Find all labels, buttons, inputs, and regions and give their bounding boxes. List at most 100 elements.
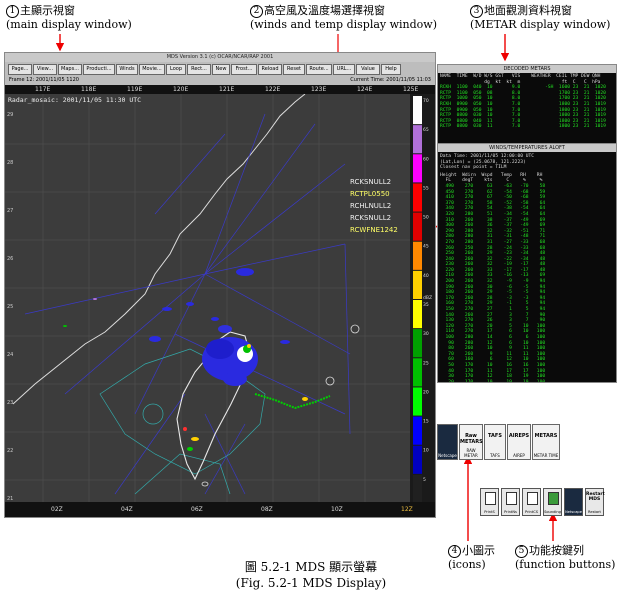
winds-row[interactable]: 20 170 10 19 19 100 — [440, 380, 614, 382]
winds-temp-window[interactable]: WINDS/TEMPERATURES ALOFT Data Time: 2001… — [437, 143, 617, 383]
function-button-label: PrintCS — [524, 510, 539, 514]
longitude-label: 122E — [265, 86, 281, 93]
frame-bar: Frame 12: 2001/11/05 1120 Current Time: … — [5, 76, 435, 85]
main-display-window[interactable]: MDS Version 3.1 (c) OCAR/NCAR/RAP 2001 P… — [4, 52, 436, 518]
function-button-bar: PrintS PrintNs PrintCS Sounding Netscape Rest… — [480, 488, 610, 516]
longitude-label: 117E — [35, 86, 51, 93]
icon-panel: Netscape Raw METARS RAW METAR TAFS TAFS AIREP… — [437, 424, 560, 460]
toolbar-button-reset[interactable]: Reset — [283, 64, 305, 75]
time-axis-label[interactable]: 06Z — [191, 502, 203, 517]
color-scale-value: 10 — [423, 448, 429, 454]
document-icon — [485, 492, 496, 505]
icon-label: Netscape — [438, 453, 457, 458]
toolbar-button-rect[interactable]: Rect... — [187, 64, 211, 75]
longitude-label: 120E — [173, 86, 189, 93]
time-axis-label[interactable]: 02Z — [51, 502, 63, 517]
color-scale-value: 30 — [423, 331, 429, 337]
toolbar-button-new[interactable]: New — [212, 64, 230, 75]
winds-rows: 490 270 63 -63 -70 58 450 270 62 -54 -68… — [438, 184, 616, 382]
time-axis-bar: 02Z 04Z 06Z 08Z 10Z 12Z — [5, 502, 435, 517]
icon-netscape[interactable]: Netscape — [437, 424, 458, 460]
time-axis-label[interactable]: 12Z — [401, 502, 413, 517]
color-scale-value: 15 — [423, 419, 429, 425]
document-icon — [506, 492, 517, 505]
color-scale-value: 60 — [423, 156, 429, 162]
color-scale-value: 35 — [423, 302, 429, 308]
toolbar-button-maps[interactable]: Maps... — [58, 64, 82, 75]
metar-window-title: DECODED METARS — [438, 65, 616, 73]
time-axis-label[interactable]: 04Z — [121, 502, 133, 517]
icon-airep[interactable]: AIREPS AIREP — [507, 424, 531, 460]
longitude-label: 123E — [311, 86, 327, 93]
metar-row[interactable]: RCKH 0900 050 10 7.0 1800 23 21 1019 — [440, 102, 614, 108]
function-button-printcs[interactable]: PrintCS — [522, 488, 541, 516]
caption-english: (Fig. 5.2-1 MDS Display) — [235, 576, 387, 590]
toolbar-button-winds[interactable]: Winds — [116, 64, 138, 75]
window-title: MDS Version 3.1 (c) OCAR/NCAR/RAP 2001 — [5, 53, 435, 62]
icon-caption: AIREPS — [508, 433, 530, 439]
icon-tafs[interactable]: TAFS TAFS — [484, 424, 506, 460]
toolbar-button-url[interactable]: URL... — [333, 64, 355, 75]
station-label: RCKSNULL2 — [350, 214, 391, 222]
toolbar-button-help[interactable]: Help — [381, 64, 401, 75]
metar-header-line1: NAME TIME W/D W/S GST VIS WEATHER CEIL T… — [440, 74, 601, 79]
map-svg[interactable]: Radar_mosaic: 2001/11/05 11:30 UTC 29 28 2… — [5, 93, 410, 502]
icon-metartime[interactable]: METARS METAR TIME — [532, 424, 560, 460]
winds-header-line2: FL degT kts C % % — [440, 178, 543, 184]
color-scale-value: 55 — [423, 185, 429, 191]
latitude-label: 22 — [7, 448, 13, 454]
color-scale-svg: 70 65 60 55 50 45 40 35 30 25 20 15 10 5 dBZ — [413, 96, 432, 503]
map-grid — [5, 94, 410, 502]
time-axis-label[interactable]: 10Z — [331, 502, 343, 517]
toolbar-button-loop[interactable]: Loop — [166, 64, 186, 75]
color-scale-swatch — [413, 241, 422, 270]
document-icon — [527, 492, 538, 505]
station-label: RCKSNULL2 — [350, 178, 391, 186]
metar-row[interactable]: RCTP 0800 030 11 7.0 1800 23 21 1019 — [440, 124, 614, 130]
toolbar-button-view[interactable]: View... — [33, 64, 57, 75]
icon-label: TAFS — [490, 453, 500, 458]
function-button-prints[interactable]: PrintS — [480, 488, 499, 516]
function-button-sounding[interactable]: Sounding — [543, 488, 562, 516]
color-scale-swatch — [413, 329, 422, 358]
radar-map[interactable]: Radar_mosaic: 2001/11/05 11:30 UTC 29 28 2… — [5, 93, 410, 502]
color-scale-swatch — [413, 474, 422, 503]
toolbar-button-reload[interactable]: Reload — [258, 64, 282, 75]
caption-chinese: 圖 5.2-1 MDS 顯示螢幕 — [244, 560, 378, 574]
color-scale-swatch — [413, 125, 422, 154]
function-button-netscape[interactable]: Netscape — [564, 488, 583, 516]
current-time: Current Time: 2001/11/05 11:03 — [350, 77, 431, 83]
color-scale-swatch — [413, 270, 422, 299]
radar-echoes — [63, 268, 360, 487]
coastline — [12, 93, 306, 405]
latitude-label: 25 — [7, 304, 13, 310]
longitude-label: 124E — [357, 86, 373, 93]
toolbar-button-page[interactable]: Page... — [8, 64, 32, 75]
metar-row[interactable]: RCTP 0800 030 10 7.0 1800 23 21 1019 — [440, 113, 614, 119]
metar-row[interactable]: RCKH 1100 040 10 9.0 -SH 1600 23 21 1020 — [440, 85, 614, 91]
station-labels: RCKSNULL2 RCTPL0550 RCHLNULL2 RCKSNULL2 RCWF… — [350, 178, 398, 234]
color-scale-swatch — [413, 154, 422, 183]
metar-header-units: NAME TIME W/D W/S GST VIS WEATHER CEIL T… — [438, 73, 616, 85]
latitude-label: 26 — [7, 256, 13, 262]
color-scale-value: 50 — [423, 215, 429, 221]
toolbar-button-producti[interactable]: Producti... — [83, 64, 115, 75]
toolbar-button-value[interactable]: Value — [356, 64, 380, 75]
color-scale-value: 5 — [423, 477, 426, 483]
winds-window-title: WINDS/TEMPERATURES ALOFT — [438, 144, 616, 152]
color-scale-value: 45 — [423, 244, 429, 250]
color-scale-value: 40 — [423, 273, 429, 279]
function-button-restart[interactable]: Restart MDS Restart — [585, 488, 605, 516]
color-scale-value: 65 — [423, 127, 429, 133]
function-button-label: Netscape — [565, 510, 582, 514]
color-scale-swatch — [413, 358, 422, 387]
metar-window[interactable]: DECODED METARS NAME TIME W/D W/S GST VIS… — [437, 64, 617, 144]
toolbar-button-frost[interactable]: Frost... — [231, 64, 257, 75]
toolbar-button-route[interactable]: Route... — [306, 64, 332, 75]
icon-rawmetar[interactable]: Raw METARS RAW METAR — [459, 424, 483, 460]
function-button-printns[interactable]: PrintNs — [501, 488, 520, 516]
station-label: RCHLNULL2 — [350, 202, 391, 210]
restart-caption: Restart MDS — [586, 492, 605, 502]
time-axis-label[interactable]: 08Z — [261, 502, 273, 517]
toolbar-button-movie[interactable]: Movie... — [139, 64, 165, 75]
